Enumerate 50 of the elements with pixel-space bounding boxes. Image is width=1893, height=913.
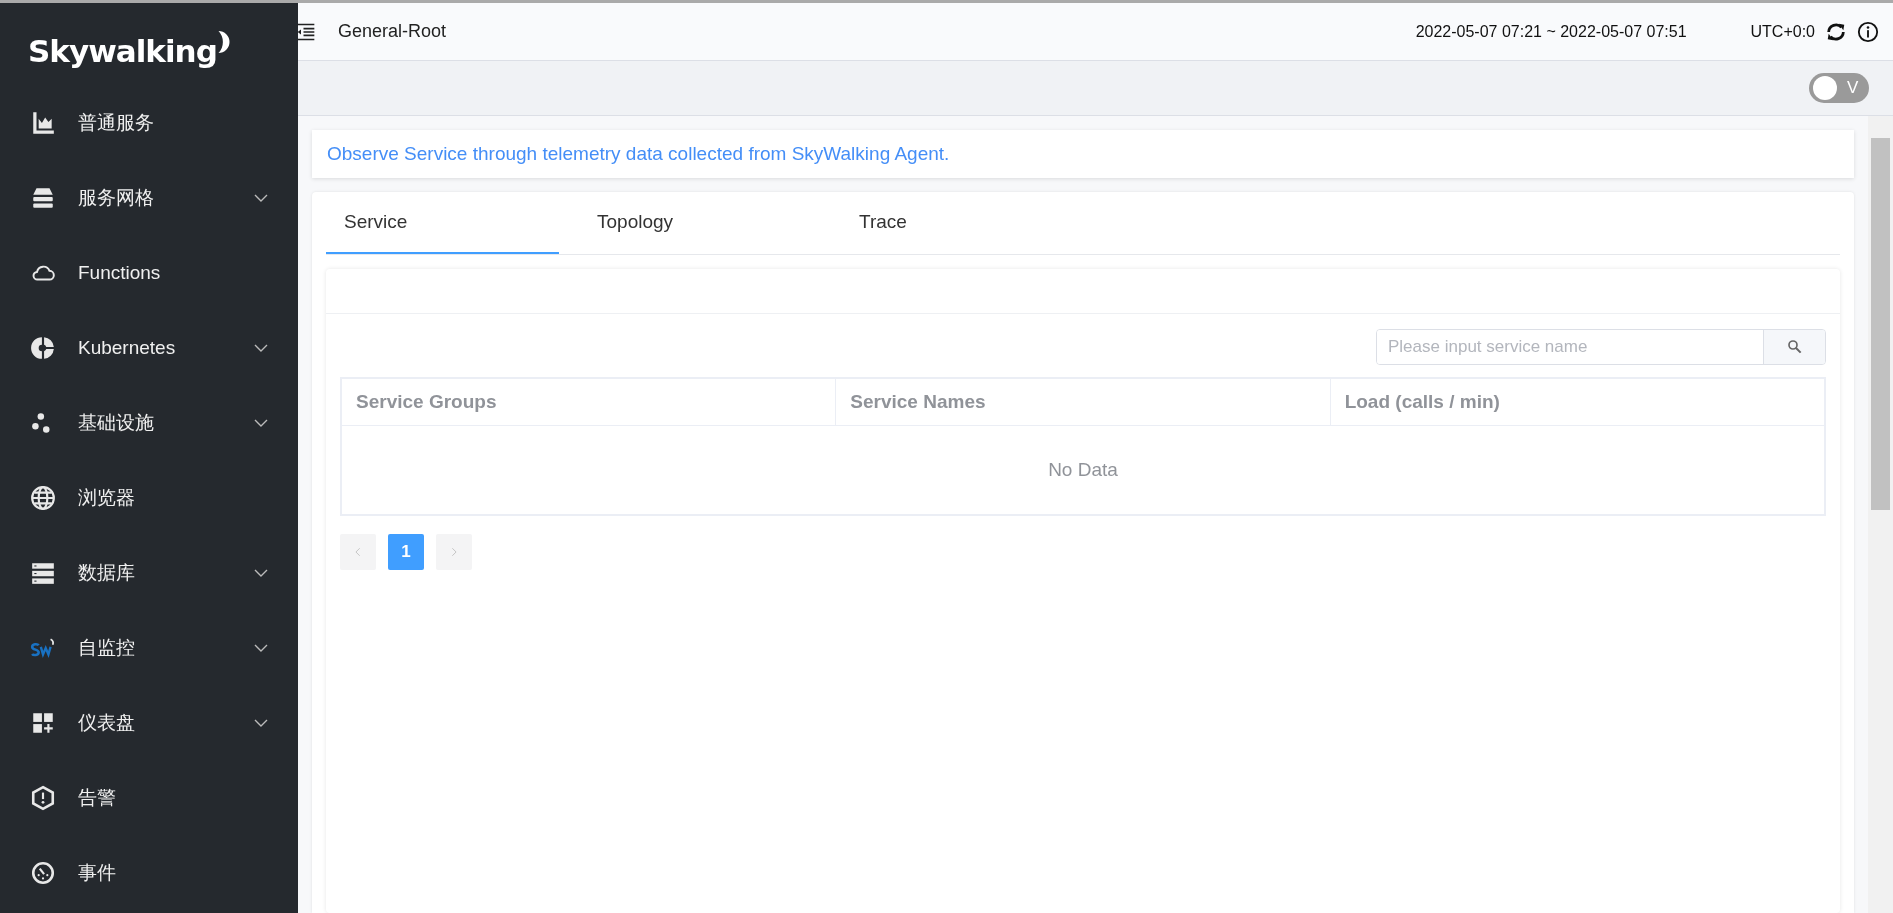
crescent-icon bbox=[217, 31, 230, 53]
tab[interactable]: Trace bbox=[821, 192, 1083, 254]
nav-item[interactable]: 浏览器 bbox=[0, 460, 298, 535]
nav-item[interactable]: 服务网格 bbox=[0, 160, 298, 235]
tab[interactable]: Topology bbox=[559, 192, 821, 254]
search-icon bbox=[1786, 339, 1803, 355]
page-title: General-Root bbox=[338, 21, 447, 42]
description-banner: Observe Service through telemetry data collected from SkyWalking Agent. bbox=[312, 130, 1854, 178]
nav-label: 数据库 bbox=[78, 560, 136, 585]
nav-label: Kubernetes bbox=[78, 336, 177, 359]
chart-icon bbox=[30, 109, 56, 136]
nav-label: 普通服务 bbox=[78, 110, 155, 135]
logo-text: Skywalking bbox=[28, 33, 217, 69]
menu-fold-icon[interactable] bbox=[296, 21, 316, 42]
chevron-left-icon bbox=[353, 547, 363, 557]
pie-icon bbox=[30, 334, 56, 361]
nav-label: Functions bbox=[78, 261, 162, 284]
column-header: Service Groups bbox=[355, 390, 498, 414]
alert-icon bbox=[30, 784, 56, 811]
nav-label: 服务网格 bbox=[78, 185, 155, 210]
nav-item[interactable]: Functions bbox=[0, 235, 298, 310]
nav-label: 仪表盘 bbox=[78, 710, 136, 735]
nav-item[interactable]: 自监控 bbox=[0, 610, 298, 685]
nav-item[interactable]: Kubernetes bbox=[0, 310, 298, 385]
nav-item[interactable]: 仪表盘 bbox=[0, 685, 298, 760]
refresh-icon[interactable] bbox=[1825, 20, 1847, 43]
search-button[interactable] bbox=[1763, 330, 1825, 364]
search-field[interactable]: Please input service name bbox=[1376, 329, 1826, 365]
nav-label: 自监控 bbox=[78, 635, 136, 660]
nav-item[interactable]: 基础设施 bbox=[0, 385, 298, 460]
nav-item[interactable]: 数据库 bbox=[0, 535, 298, 610]
nav-label: 告警 bbox=[78, 785, 117, 810]
scrollbar-thumb[interactable] bbox=[1871, 138, 1890, 510]
globe-icon bbox=[30, 484, 56, 511]
time-range[interactable]: 2022-05-07 07:21 ~ 2022-05-07 07:51 bbox=[1415, 22, 1687, 41]
info-icon[interactable] bbox=[1857, 20, 1879, 43]
nav-item[interactable]: 告警 bbox=[0, 760, 298, 835]
clock-icon bbox=[30, 859, 56, 886]
timezone: UTC+0:0 bbox=[1750, 22, 1815, 41]
column-header: Service Names bbox=[835, 379, 1330, 425]
nav-label: 事件 bbox=[78, 860, 117, 885]
chevron-right-icon bbox=[449, 547, 459, 557]
nav-item[interactable]: 普通服务 bbox=[0, 85, 298, 160]
column-header: Load (calls / min) bbox=[1329, 379, 1824, 425]
nav-label: 浏览器 bbox=[78, 485, 136, 510]
tab[interactable]: Service bbox=[326, 192, 559, 254]
nav-item[interactable]: 事件 bbox=[0, 835, 298, 910]
empty-text: No Data bbox=[1048, 459, 1118, 481]
nav-label: 基础设施 bbox=[78, 410, 155, 435]
scrollbar[interactable] bbox=[1868, 116, 1893, 913]
